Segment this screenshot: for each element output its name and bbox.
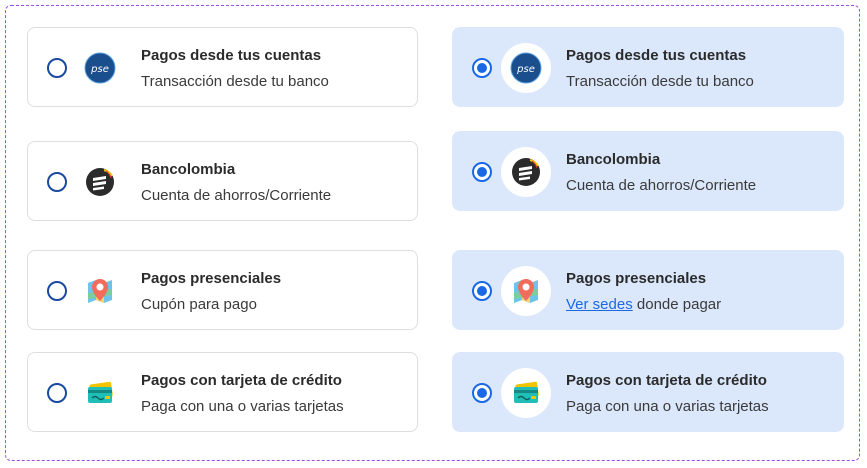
- payment-option-presencial[interactable]: Pagos presenciales Cupón para pago: [27, 250, 418, 330]
- radio-button-selected[interactable]: [472, 162, 492, 182]
- payment-option-pse[interactable]: pse Pagos desde tus cuentas Transacción …: [27, 27, 418, 107]
- option-subtitle: Paga con una o varias tarjetas: [141, 398, 344, 415]
- option-subtitle: Cuenta de ahorros/Corriente: [141, 187, 332, 204]
- payment-option-presencial-selected[interactable]: Pagos presenciales Ver sedes donde pagar: [452, 250, 844, 330]
- radio-button[interactable]: [47, 383, 67, 403]
- pse-icon: pse: [501, 43, 551, 93]
- pse-icon: pse: [75, 43, 125, 93]
- radio-button[interactable]: [47, 172, 67, 192]
- option-subtitle: Ver sedes donde pagar: [566, 296, 721, 313]
- subtitle-rest: donde pagar: [632, 296, 722, 313]
- radio-button-selected[interactable]: [472, 281, 492, 301]
- option-title: Pagos desde tus cuentas: [566, 47, 747, 64]
- option-title: Bancolombia: [566, 151, 661, 168]
- credit-card-icon: [75, 368, 125, 418]
- svg-text:pse: pse: [516, 64, 535, 75]
- credit-card-icon: [501, 368, 551, 418]
- map-pin-icon: [75, 266, 125, 316]
- payment-option-pse-selected[interactable]: pse Pagos desde tus cuentas Transacción …: [452, 27, 844, 107]
- option-title: Pagos con tarjeta de crédito: [141, 372, 342, 389]
- option-subtitle: Cupón para pago: [141, 296, 257, 313]
- option-subtitle: Paga con una o varias tarjetas: [566, 398, 769, 415]
- bancolombia-icon: [501, 147, 551, 197]
- option-subtitle: Transacción desde tu banco: [566, 73, 754, 90]
- ver-sedes-link[interactable]: Ver sedes: [566, 296, 633, 313]
- option-subtitle: Transacción desde tu banco: [141, 73, 329, 90]
- payment-option-bancolombia-selected[interactable]: Bancolombia Cuenta de ahorros/Corriente: [452, 131, 844, 211]
- radio-button[interactable]: [47, 58, 67, 78]
- svg-text:pse: pse: [90, 64, 109, 75]
- option-title: Pagos presenciales: [566, 270, 707, 287]
- radio-button[interactable]: [47, 281, 67, 301]
- payment-option-credit-card[interactable]: Pagos con tarjeta de crédito Paga con un…: [27, 352, 418, 432]
- option-subtitle: Cuenta de ahorros/Corriente: [566, 177, 757, 194]
- option-title: Bancolombia: [141, 161, 236, 178]
- radio-button-selected[interactable]: [472, 383, 492, 403]
- option-title: Pagos desde tus cuentas: [141, 47, 322, 64]
- radio-button-selected[interactable]: [472, 58, 492, 78]
- payment-option-credit-card-selected[interactable]: Pagos con tarjeta de crédito Paga con un…: [452, 352, 844, 432]
- option-title: Pagos presenciales: [141, 270, 282, 287]
- bancolombia-icon: [75, 157, 125, 207]
- map-pin-icon: [501, 266, 551, 316]
- payment-option-bancolombia[interactable]: Bancolombia Cuenta de ahorros/Corriente: [27, 141, 418, 221]
- option-title: Pagos con tarjeta de crédito: [566, 372, 767, 389]
